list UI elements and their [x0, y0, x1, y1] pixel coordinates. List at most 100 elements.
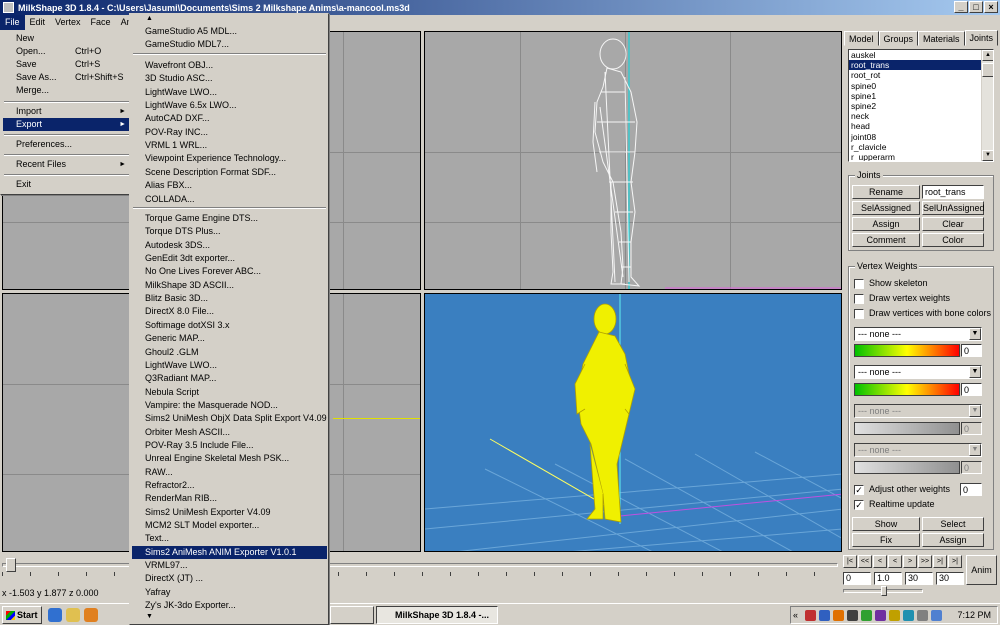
- joint-item[interactable]: spine0: [849, 81, 993, 91]
- export-item[interactable]: 3D Studio ASC...: [132, 72, 327, 85]
- export-item[interactable]: DirectX (JT) ...: [132, 572, 327, 585]
- export-item[interactable]: Yafray: [132, 586, 327, 599]
- tray-icon[interactable]: [805, 610, 816, 621]
- export-item[interactable]: Torque Game Engine DTS...: [132, 212, 327, 225]
- menu-item-preferences[interactable]: Preferences...: [3, 138, 130, 151]
- menu-item-merge[interactable]: Merge...: [3, 84, 130, 97]
- export-item[interactable]: Sims2 UniMesh Exporter V4.09: [132, 506, 327, 519]
- scroll-up-icon[interactable]: ▲: [982, 50, 993, 61]
- next-frame-button[interactable]: >|: [933, 555, 947, 568]
- bone-select-4[interactable]: --- none --- ▼: [854, 443, 982, 457]
- export-item[interactable]: Text...: [132, 532, 327, 545]
- joint-item[interactable]: neck: [849, 111, 993, 121]
- export-item[interactable]: DirectX 8.0 File...: [132, 305, 327, 318]
- adjust-value[interactable]: 0: [960, 483, 982, 496]
- close-button[interactable]: ×: [984, 1, 998, 13]
- taskbar-item[interactable]: [330, 606, 374, 624]
- menu-edit[interactable]: Edit: [25, 15, 51, 30]
- export-item[interactable]: Sims2 UniMesh ObjX Data Split Export V4.…: [132, 412, 327, 425]
- export-item[interactable]: No One Lives Forever ABC...: [132, 265, 327, 278]
- export-item[interactable]: Q3Radiant MAP...: [132, 372, 327, 385]
- tray-icon[interactable]: [889, 610, 900, 621]
- assign-button[interactable]: Assign: [852, 217, 920, 231]
- speed-slider-thumb[interactable]: [881, 586, 887, 596]
- minimize-button[interactable]: _: [954, 1, 968, 13]
- show-skeleton-checkbox[interactable]: Show skeleton: [854, 278, 928, 289]
- export-item[interactable]: Wavefront OBJ...: [132, 59, 327, 72]
- folder-icon[interactable]: [66, 608, 80, 622]
- weight-slider-4[interactable]: [854, 461, 960, 474]
- viewport-side[interactable]: [424, 31, 842, 290]
- menu-vertex[interactable]: Vertex: [50, 15, 86, 30]
- weight-value-3[interactable]: 0: [961, 422, 982, 435]
- bone-select-3[interactable]: --- none --- ▼: [854, 404, 982, 418]
- realtime-update-checkbox[interactable]: ✓ Realtime update: [854, 499, 935, 510]
- weight-slider-1[interactable]: [854, 344, 960, 357]
- bone-select-1[interactable]: --- none --- ▼: [854, 327, 982, 341]
- clear-button[interactable]: Clear: [922, 217, 984, 231]
- weight-value-4[interactable]: 0: [961, 461, 982, 474]
- selassigned-button[interactable]: SelAssigned: [852, 201, 920, 215]
- tab-materials[interactable]: Materials: [918, 31, 965, 46]
- prev-key-button[interactable]: <<: [858, 555, 872, 568]
- prev-frame-button[interactable]: <: [873, 555, 887, 568]
- joint-item[interactable]: spine1: [849, 91, 993, 101]
- export-item[interactable]: GameStudio MDL7...: [132, 38, 327, 51]
- joint-item[interactable]: spine2: [849, 101, 993, 111]
- ie-icon[interactable]: [48, 608, 62, 622]
- rename-button[interactable]: Rename: [852, 185, 920, 199]
- scroll-thumb[interactable]: [982, 63, 993, 77]
- color-button[interactable]: Color: [922, 233, 984, 247]
- joint-item[interactable]: r_upperarm: [849, 152, 993, 161]
- joints-list-scrollbar[interactable]: ▲ ▼: [981, 50, 993, 161]
- joint-name-field[interactable]: root_trans: [922, 185, 984, 199]
- menu-scroll-down-icon[interactable]: ▼: [132, 613, 327, 623]
- play-back-button[interactable]: <: [888, 555, 902, 568]
- frame-field[interactable]: 0: [843, 572, 871, 585]
- joint-item[interactable]: root_rot: [849, 70, 993, 80]
- export-item[interactable]: Generic MAP...: [132, 332, 327, 345]
- export-item[interactable]: LightWave 6.5x LWO...: [132, 99, 327, 112]
- joint-item[interactable]: r_clavicle: [849, 142, 993, 152]
- joint-item[interactable]: head: [849, 121, 993, 131]
- tray-icon[interactable]: [875, 610, 886, 621]
- export-item[interactable]: RAW...: [132, 466, 327, 479]
- weight-slider-3[interactable]: [854, 422, 960, 435]
- tab-joints[interactable]: Joints: [964, 30, 999, 46]
- export-item[interactable]: Alias FBX...: [132, 179, 327, 192]
- timeline-thumb[interactable]: [6, 558, 16, 572]
- menu-item-recent-files[interactable]: Recent Files ►: [3, 158, 130, 171]
- menu-face[interactable]: Face: [86, 15, 116, 30]
- show-button[interactable]: Show: [852, 517, 920, 531]
- tray-icon[interactable]: [833, 610, 844, 621]
- export-item[interactable]: GameStudio A5 MDL...: [132, 25, 327, 38]
- timeline-track[interactable]: [2, 563, 838, 567]
- menu-scroll-up-icon[interactable]: ▲: [132, 15, 327, 25]
- menu-item-import[interactable]: Import ►: [3, 105, 130, 118]
- export-item[interactable]: Refractor2...: [132, 479, 327, 492]
- first-frame-button[interactable]: |<: [843, 555, 857, 568]
- fix-button[interactable]: Fix: [852, 533, 920, 547]
- menu-item-exit[interactable]: Exit: [3, 178, 130, 191]
- viewport-3d[interactable]: [424, 293, 842, 552]
- adjust-other-weights-checkbox[interactable]: ✓ Adjust other weights: [854, 484, 950, 495]
- export-item[interactable]: Autodesk 3DS...: [132, 239, 327, 252]
- assign-weights-button[interactable]: Assign: [922, 533, 984, 547]
- export-item[interactable]: MCM2 SLT Model exporter...: [132, 519, 327, 532]
- export-item[interactable]: LightWave LWO...: [132, 86, 327, 99]
- next-key-button[interactable]: >>: [918, 555, 932, 568]
- export-item[interactable]: Torque DTS Plus...: [132, 225, 327, 238]
- export-item[interactable]: VRML97...: [132, 559, 327, 572]
- speaker-icon[interactable]: [917, 610, 928, 621]
- speed-field[interactable]: 1.0: [874, 572, 902, 585]
- tab-groups[interactable]: Groups: [878, 31, 919, 46]
- menu-file[interactable]: File: [0, 15, 25, 30]
- menu-item-save[interactable]: Save Ctrl+S: [3, 58, 130, 71]
- tray-expand-icon[interactable]: «: [793, 610, 798, 620]
- weight-value-1[interactable]: 0: [961, 344, 982, 357]
- joint-item[interactable]: joint08: [849, 132, 993, 142]
- export-item[interactable]: POV-Ray 3.5 Include File...: [132, 439, 327, 452]
- scroll-down-icon[interactable]: ▼: [982, 150, 993, 161]
- tray-icon[interactable]: [903, 610, 914, 621]
- draw-vertices-bone-checkbox[interactable]: Draw vertices with bone colors: [854, 308, 991, 319]
